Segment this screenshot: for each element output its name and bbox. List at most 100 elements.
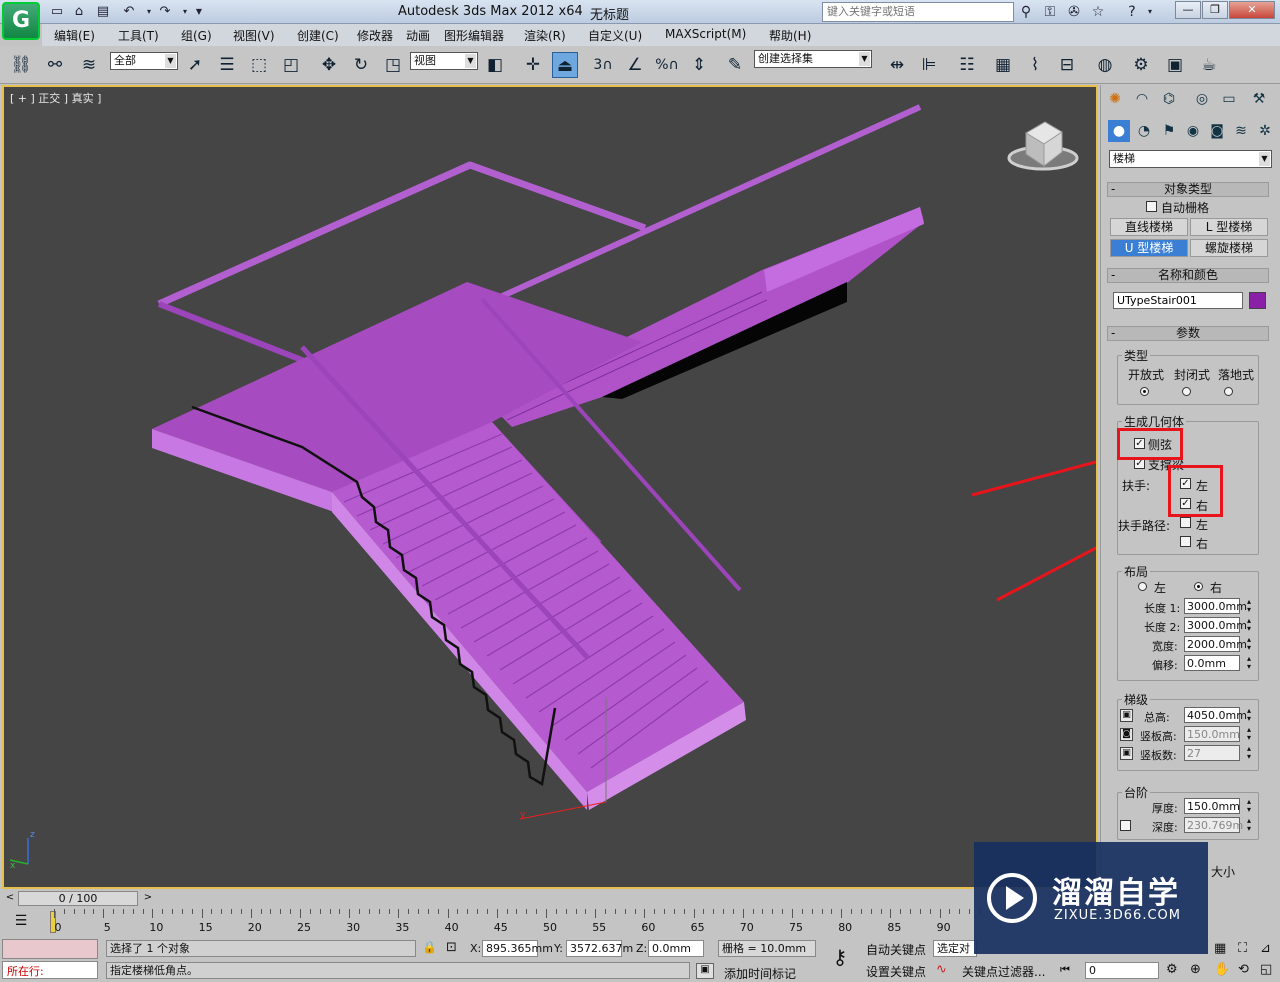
- render-production-icon[interactable]: ☕: [1196, 52, 1222, 78]
- field-of-view-icon[interactable]: ⊿: [1260, 941, 1271, 956]
- favorites-star-icon[interactable]: ☆: [1088, 3, 1108, 21]
- rail-path-left-checkbox[interactable]: [1180, 517, 1191, 528]
- maxscript-listener[interactable]: [2, 939, 98, 959]
- systems-icon[interactable]: ✲: [1254, 120, 1276, 142]
- search-input[interactable]: [822, 2, 1014, 22]
- lock-selection-icon[interactable]: 🔒: [422, 940, 437, 954]
- go-to-start-icon[interactable]: ⏮: [1060, 963, 1070, 977]
- time-tag-icon[interactable]: ▣: [696, 963, 714, 979]
- orbit-icon[interactable]: ⟲: [1238, 962, 1249, 977]
- schematic-view-icon[interactable]: ⊟: [1054, 52, 1080, 78]
- snaps-toggle-icon[interactable]: 3∩: [590, 52, 616, 78]
- select-rotate-icon[interactable]: ↻: [348, 52, 374, 78]
- select-scale-icon[interactable]: ◳: [380, 52, 406, 78]
- z-coord-field[interactable]: 0.0mm: [648, 940, 704, 957]
- communication-icon[interactable]: ✇: [1064, 3, 1084, 21]
- edit-named-selection-icon[interactable]: ✎: [722, 52, 748, 78]
- app-logo[interactable]: G: [2, 2, 40, 40]
- bind-space-warp-icon[interactable]: ≋: [76, 52, 102, 78]
- pan-view-icon[interactable]: ✋: [1214, 962, 1230, 977]
- depth-input[interactable]: 230.769m: [1184, 817, 1243, 833]
- reference-coordinate-dropdown[interactable]: 视图 ▼: [410, 52, 478, 70]
- named-selection-set-dropdown[interactable]: 创建选择集 ▼: [754, 50, 872, 68]
- quick-access-menu-icon[interactable]: ▼: [190, 3, 208, 20]
- select-move-icon[interactable]: ✥: [316, 52, 342, 78]
- riser-count-spinner[interactable]: ▴ ▾: [1244, 745, 1254, 761]
- thickness-input[interactable]: 150.0mm: [1184, 798, 1240, 814]
- menu-animation[interactable]: 动画: [406, 27, 430, 44]
- zoom-extents-icon[interactable]: ▦: [1214, 941, 1226, 956]
- restore-button[interactable]: ❐: [1202, 1, 1228, 19]
- key-filter-curve-icon[interactable]: ∿: [936, 962, 954, 978]
- menu-group[interactable]: 组(G): [181, 27, 212, 44]
- lights-icon[interactable]: ⚑: [1158, 120, 1180, 142]
- new-file-icon[interactable]: ▭: [48, 3, 66, 20]
- perspective-viewport[interactable]: [ + ] 正交 ] 真实 ] y z x: [2, 85, 1098, 889]
- display-tab-icon[interactable]: ▭: [1218, 88, 1240, 110]
- menu-rendering[interactable]: 渲染(R): [524, 27, 566, 44]
- select-object-icon[interactable]: ➚: [182, 52, 208, 78]
- rendered-frame-window-icon[interactable]: ▣: [1162, 52, 1188, 78]
- utilities-tab-icon[interactable]: ⚒: [1248, 88, 1270, 110]
- object-color-swatch[interactable]: [1249, 292, 1266, 309]
- box-type-radio[interactable]: [1224, 387, 1233, 396]
- menu-help[interactable]: 帮助(H): [769, 27, 811, 44]
- width-spinner[interactable]: ▴ ▾: [1244, 636, 1254, 652]
- length1-input[interactable]: 3000.0mm: [1184, 598, 1247, 614]
- close-button[interactable]: ✕: [1229, 1, 1275, 19]
- u-type-stair-button[interactable]: U 型楼梯: [1110, 239, 1188, 257]
- geometry-icon[interactable]: ●: [1108, 120, 1130, 142]
- manipulate-icon[interactable]: ✛: [520, 52, 546, 78]
- unlink-icon[interactable]: ⚯: [42, 52, 68, 78]
- category-dropdown[interactable]: 楼梯 ▼: [1109, 150, 1272, 168]
- space-warps-icon[interactable]: ≋: [1230, 120, 1252, 142]
- length1-spinner[interactable]: ▴ ▾: [1244, 598, 1254, 614]
- overall-height-spinner[interactable]: ▴ ▾: [1244, 707, 1254, 723]
- x-coord-field[interactable]: 895.365mm: [482, 940, 553, 957]
- absolute-mode-icon[interactable]: ⊡: [446, 940, 457, 955]
- offset-spinner[interactable]: ▴ ▾: [1244, 655, 1254, 671]
- menu-graph-editors[interactable]: 图形编辑器: [444, 27, 504, 44]
- riser-height-spinner[interactable]: ▴ ▾: [1244, 726, 1254, 742]
- time-config-icon[interactable]: ⚙: [1166, 962, 1178, 977]
- offset-input[interactable]: 0.0mm: [1184, 655, 1240, 671]
- riser-height-input[interactable]: 150.0mm: [1184, 726, 1240, 742]
- depth-checkbox[interactable]: [1120, 820, 1131, 831]
- menu-tools[interactable]: 工具(T): [118, 27, 159, 44]
- menu-views[interactable]: 视图(V): [233, 27, 275, 44]
- align-icon[interactable]: ⊫: [916, 52, 942, 78]
- cameras-icon[interactable]: ◉: [1182, 120, 1204, 142]
- pivot-center-icon[interactable]: ◧: [482, 52, 508, 78]
- spinner-snap-icon[interactable]: ⇕: [686, 52, 712, 78]
- overall-height-input[interactable]: 4050.0mm: [1184, 707, 1247, 723]
- name-color-rollout[interactable]: - 名称和颜色: [1107, 268, 1269, 283]
- zoom-region-icon[interactable]: ⛶: [1238, 941, 1247, 956]
- undo-icon[interactable]: ↶: [120, 3, 138, 20]
- current-frame-field[interactable]: 0: [1085, 962, 1159, 979]
- hierarchy-tab-icon[interactable]: ⌬: [1158, 88, 1180, 110]
- maximize-viewport-icon[interactable]: ◱: [1260, 962, 1272, 977]
- width-input[interactable]: 2000.0mm: [1184, 636, 1247, 652]
- link-icon[interactable]: ⛓: [8, 52, 34, 78]
- redo-icon[interactable]: ↷: [156, 3, 174, 20]
- window-crossing-icon[interactable]: ◰: [278, 52, 304, 78]
- pin-icon[interactable]: ▣: [1120, 747, 1133, 760]
- pin-icon[interactable]: ◙: [1120, 728, 1133, 741]
- selected-dropdown[interactable]: 选定对: [933, 940, 977, 957]
- y-coord-field[interactable]: 3572.637m: [566, 940, 633, 957]
- riser-count-input[interactable]: 27: [1184, 745, 1240, 761]
- open-file-icon[interactable]: ⌂: [70, 3, 88, 20]
- angle-snap-icon[interactable]: ∠: [622, 52, 648, 78]
- add-time-tag[interactable]: 添加时间标记: [724, 965, 796, 982]
- percent-snap-icon[interactable]: %∩: [654, 52, 680, 78]
- help-icon[interactable]: ?: [1122, 3, 1142, 21]
- menu-edit[interactable]: 编辑(E): [54, 27, 95, 44]
- length2-spinner[interactable]: ▴ ▾: [1244, 617, 1254, 633]
- next-frame-icon[interactable]: >: [142, 892, 154, 905]
- selection-filter-dropdown[interactable]: 全部 ▼: [110, 52, 178, 70]
- closed-type-radio[interactable]: [1182, 387, 1191, 396]
- layout-right-radio[interactable]: [1194, 582, 1203, 591]
- minimize-button[interactable]: —: [1175, 1, 1201, 19]
- open-type-radio[interactable]: [1140, 387, 1149, 396]
- material-editor-icon[interactable]: ◍: [1092, 52, 1118, 78]
